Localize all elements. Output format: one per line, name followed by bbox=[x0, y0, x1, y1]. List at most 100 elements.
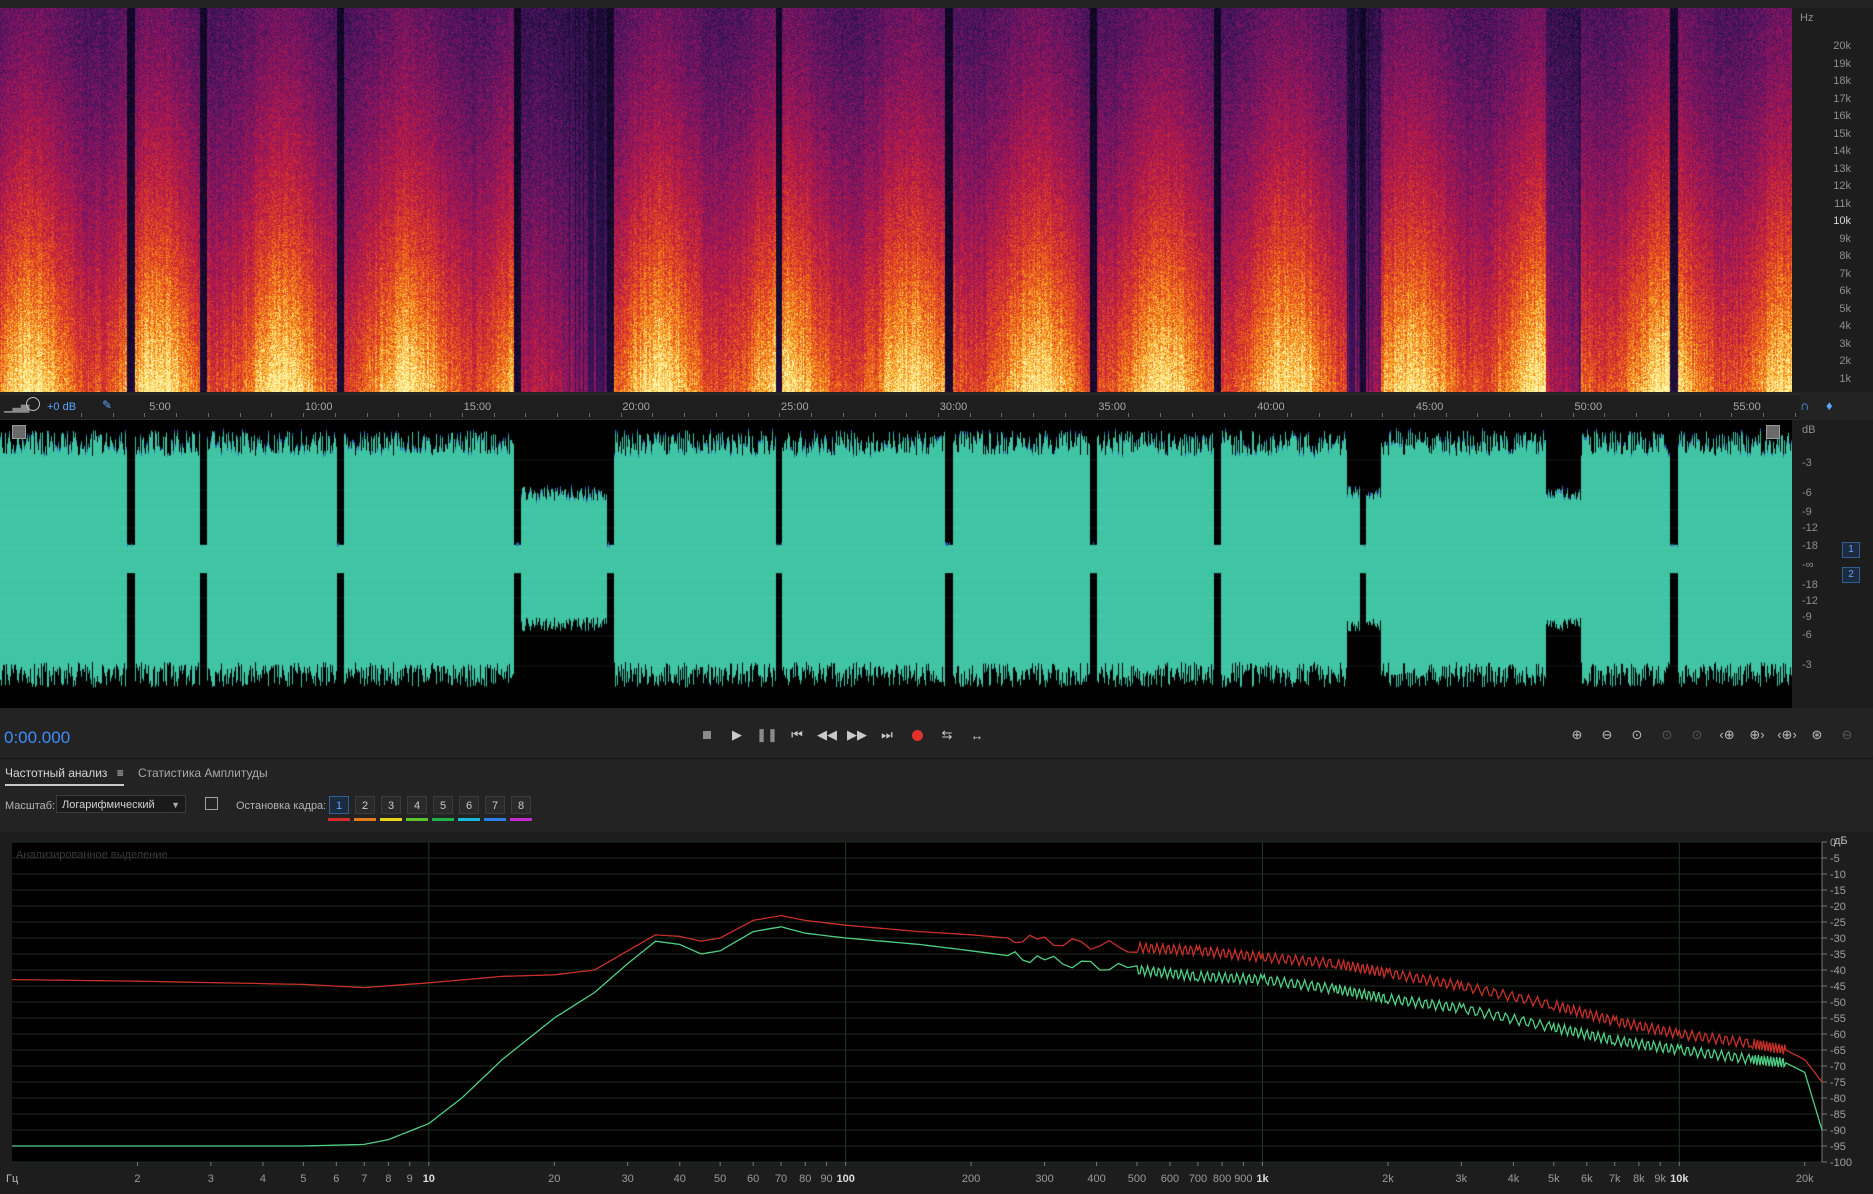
volume-knob-icon[interactable] bbox=[26, 397, 40, 411]
zoom-in-left-button[interactable]: ‹⊕ bbox=[1714, 724, 1740, 746]
headphones-icon[interactable]: ∩ bbox=[1800, 398, 1809, 413]
rewind-button[interactable]: ◀◀ bbox=[816, 724, 838, 746]
freeze-frame-2-button[interactable]: 2 bbox=[355, 796, 375, 814]
zoom-in-right-button[interactable]: ⊕› bbox=[1744, 724, 1770, 746]
zoom-spectral-button[interactable]: ⊙ bbox=[1684, 724, 1710, 746]
frequency-tick-label: 9k bbox=[1839, 232, 1851, 245]
zoom-out-amplitude-button[interactable]: ⊖ bbox=[1594, 724, 1620, 746]
zoom-full-button[interactable]: ⊛ bbox=[1804, 724, 1830, 746]
timecode-display[interactable]: 0:00.000 bbox=[4, 728, 70, 748]
pin-icon[interactable]: ✎ bbox=[102, 398, 112, 412]
freeze-frame-3-button[interactable]: 3 bbox=[381, 796, 401, 814]
time-tick-label: 10:00 bbox=[304, 401, 333, 413]
x-tick-label: 90 bbox=[820, 1173, 832, 1185]
ruler-minor-tick bbox=[239, 413, 241, 417]
loop-icon: ⇆ bbox=[941, 727, 953, 742]
frequency-analysis-chart[interactable]: 0-5-10-15-20-25-30-35-40-45-50-55-60-65-… bbox=[0, 832, 1873, 1194]
x-tick-label: 4 bbox=[260, 1173, 266, 1185]
x-tick-label: 5k bbox=[1548, 1173, 1560, 1185]
freeze-frame-6-button[interactable]: 6 bbox=[459, 796, 479, 814]
marker-pin-icon[interactable]: ♦ bbox=[1826, 398, 1833, 413]
tab-amplitude-statistics[interactable]: Статистика Амплитуды bbox=[138, 766, 268, 780]
x-tick-label: 30 bbox=[622, 1173, 634, 1185]
menu-icon[interactable]: ≡ bbox=[117, 766, 124, 780]
channel-2-toggle[interactable]: 2 bbox=[1842, 567, 1860, 583]
x-tick-label: 300 bbox=[1035, 1173, 1053, 1185]
stop-icon bbox=[703, 731, 711, 739]
y-tick-label: -10 bbox=[1830, 869, 1846, 881]
frequency-tick-label: 19k bbox=[1833, 57, 1851, 70]
waveform-display[interactable] bbox=[0, 420, 1792, 708]
x-tick-label: 6 bbox=[333, 1173, 339, 1185]
frequency-tick-label: 18k bbox=[1833, 75, 1851, 87]
ruler-minor-tick bbox=[1096, 413, 1098, 417]
freeze-frame-5-button[interactable]: 5 bbox=[433, 796, 453, 814]
y-tick-label: -100 bbox=[1830, 1157, 1852, 1169]
go-to-start-button[interactable]: ⏮ bbox=[786, 724, 808, 746]
y-tick-label: -80 bbox=[1830, 1093, 1846, 1105]
ruler-minor-tick bbox=[588, 413, 590, 417]
spectral-frequency-axis: Hz 20k 19k 18k 17k 16k 15k 14k 13k 12k 11k 10k 9k 8k… bbox=[1792, 8, 1873, 392]
gain-readout[interactable]: +0 dB bbox=[47, 401, 76, 413]
ruler-minor-tick bbox=[398, 413, 400, 417]
y-tick-label: -90 bbox=[1830, 1125, 1846, 1137]
fast-forward-icon: ▶▶ bbox=[847, 727, 867, 742]
zoom-in-left-icon: ‹⊕ bbox=[1719, 727, 1735, 742]
freeze-frame-8-button[interactable]: 8 bbox=[511, 796, 531, 814]
go-to-end-button[interactable]: ⏭ bbox=[876, 724, 898, 746]
x-tick-label: 2 bbox=[134, 1173, 140, 1185]
zoom-out-full-button[interactable]: ⊖ bbox=[1834, 724, 1860, 746]
y-tick-label: -15 bbox=[1830, 885, 1846, 897]
ruler-minor-tick bbox=[620, 413, 622, 417]
tab-frequency-analysis[interactable]: Частотный анализ ≡ bbox=[5, 766, 124, 786]
stop-button[interactable] bbox=[696, 724, 718, 746]
record-icon bbox=[911, 729, 923, 741]
frequency-tick-label: 7k bbox=[1839, 267, 1851, 280]
ruler-minor-tick bbox=[1763, 413, 1765, 417]
copy-icon[interactable] bbox=[205, 797, 218, 810]
frequency-unit-label: Hz bbox=[1800, 12, 1814, 24]
fast-forward-button[interactable]: ▶▶ bbox=[846, 724, 868, 746]
record-button[interactable] bbox=[906, 724, 928, 746]
zoom-in-time-button[interactable]: ‹⊕› bbox=[1774, 724, 1800, 746]
time-tick-label: 25:00 bbox=[781, 401, 809, 413]
rewind-icon: ◀◀ bbox=[817, 727, 837, 742]
x-tick-label: 100 bbox=[836, 1173, 854, 1185]
time-tick-label: 30:00 bbox=[939, 401, 968, 413]
scale-dropdown[interactable]: Логарифмический ▼ bbox=[56, 795, 186, 813]
zoom-reset-button[interactable]: ⊙ bbox=[1624, 724, 1650, 746]
ruler-minor-tick bbox=[1223, 413, 1225, 417]
frequency-tick-label: 13k bbox=[1833, 162, 1851, 175]
x-tick-label: 8 bbox=[385, 1173, 391, 1185]
ruler-minor-tick bbox=[1541, 413, 1542, 417]
x-tick-label: 600 bbox=[1161, 1173, 1179, 1185]
ruler-minor-tick bbox=[81, 413, 82, 417]
fade-out-handle-icon[interactable] bbox=[1766, 425, 1780, 439]
frequency-tick-label: 8k bbox=[1839, 250, 1851, 262]
zoom-selection-button[interactable]: ⊙ bbox=[1654, 724, 1680, 746]
pause-button[interactable]: ❚❚ bbox=[756, 724, 778, 746]
ruler-minor-tick bbox=[1668, 413, 1669, 417]
spectral-frequency-display[interactable] bbox=[0, 8, 1792, 392]
x-tick-label: 9 bbox=[407, 1173, 413, 1185]
fade-in-handle-icon[interactable] bbox=[12, 425, 26, 439]
ruler-minor-tick bbox=[1509, 413, 1511, 417]
freeze-frame-4-button[interactable]: 4 bbox=[407, 796, 427, 814]
amplitude-tick-label: -6 bbox=[1802, 487, 1812, 499]
channel-1-toggle[interactable]: 1 bbox=[1842, 542, 1860, 558]
loop-playback-button[interactable]: ⇆ bbox=[936, 724, 958, 746]
y-tick-label: -45 bbox=[1830, 981, 1846, 993]
freeze-frame-1-button[interactable]: 1 bbox=[329, 796, 349, 814]
amplitude-tick-label: -3 bbox=[1802, 457, 1812, 469]
amplitude-axis: dB -3 -6 -9 -12 -18 -∞ -18 -12 -9 -6 -3 1 2 bbox=[1792, 420, 1873, 708]
skip-icon: ↔ bbox=[970, 727, 984, 743]
freeze-frame-7-button[interactable]: 7 bbox=[485, 796, 505, 814]
skip-selection-button[interactable]: ↔ bbox=[966, 724, 988, 746]
x-tick-label: 7 bbox=[361, 1173, 367, 1185]
time-ruler[interactable]: ▁▃▅ +0 dB ✎ 5:00 10:00 15:00 20:00 25:00 30:0… bbox=[0, 394, 1833, 420]
zoom-in-amplitude-button[interactable]: ⊕ bbox=[1564, 724, 1590, 746]
ruler-minor-tick bbox=[207, 413, 209, 417]
ruler-minor-tick bbox=[1160, 413, 1161, 417]
amplitude-tick-label: -12 bbox=[1802, 595, 1818, 607]
play-button[interactable]: ▶ bbox=[726, 724, 748, 746]
